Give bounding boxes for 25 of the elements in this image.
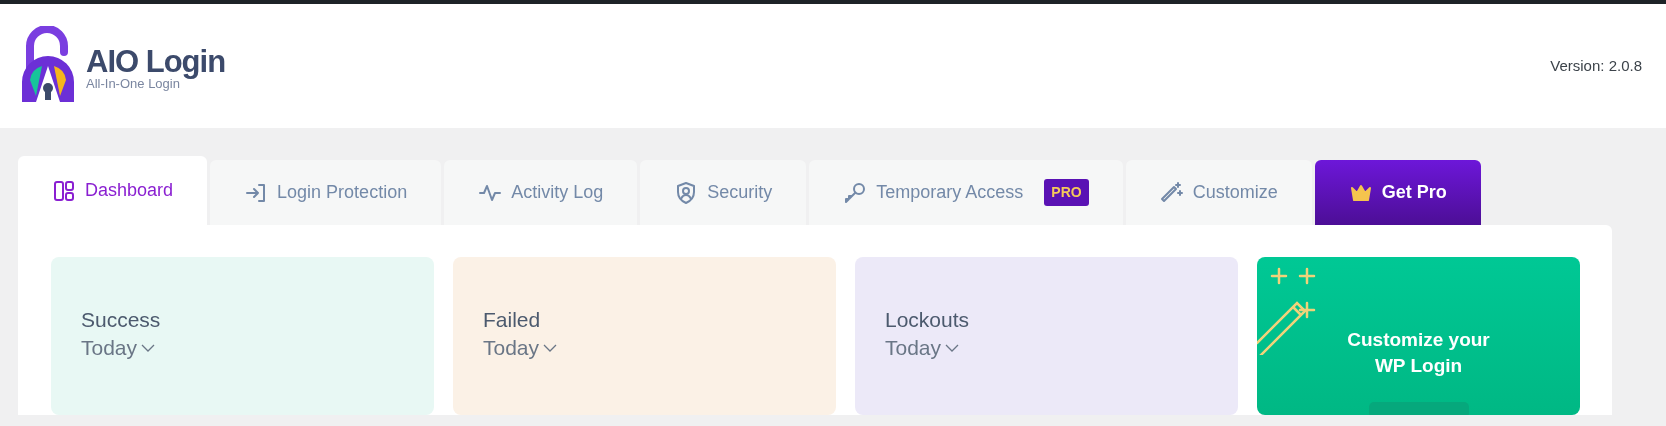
nav-tab[interactable]: Customize <box>1125 160 1312 225</box>
nav-tab[interactable]: Activity Log <box>444 160 638 225</box>
chevron-down-icon <box>945 343 960 352</box>
nav-tab[interactable]: Dashboard <box>18 156 208 225</box>
magic-wand-icon <box>1159 180 1184 205</box>
period-dropdown[interactable]: Today <box>81 332 404 364</box>
promo-button[interactable] <box>1368 402 1469 415</box>
key-icon <box>843 180 868 205</box>
nav-tab[interactable]: Login Protection <box>210 160 442 225</box>
logo-subtitle: All-In-One Login <box>86 77 180 90</box>
chevron-down-icon <box>141 343 156 352</box>
layout-icon <box>52 178 76 203</box>
nav-tab[interactable]: Temporary Access PRO <box>809 160 1123 225</box>
pro-badge: PRO <box>1044 179 1089 206</box>
nav-tab[interactable]: Security <box>640 160 807 225</box>
stat-title: Failed <box>483 307 542 333</box>
upgrade-button[interactable]: Get Pro <box>1314 160 1481 225</box>
logo-title: AIO Login <box>86 46 226 77</box>
period-dropdown[interactable]: Today <box>885 332 1208 364</box>
promo-title: Customize your WP Login <box>1346 328 1491 378</box>
period-dropdown[interactable]: Today <box>483 332 806 364</box>
version-label: Version: 2.0.8 <box>1550 55 1642 76</box>
stat-title: Lockouts <box>885 307 971 333</box>
stat-title: Success <box>81 307 162 333</box>
chevron-down-icon <box>543 343 558 352</box>
